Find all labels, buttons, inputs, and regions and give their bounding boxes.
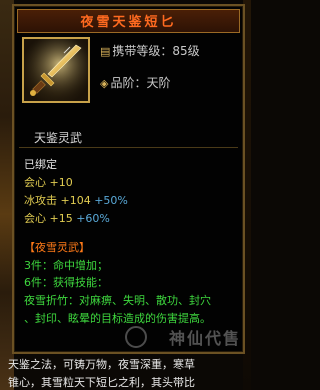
set-name: 【夜雪灵武】 [24,241,90,254]
stat-row: 冰攻击 +104 +50% [24,192,128,208]
set-skill-line-1: 夜雪折竹：对麻痹、失明、散功、封穴 [24,294,211,307]
scroll-icon: ▤ [100,45,111,58]
bound-status: 已绑定 [24,158,57,171]
lore-line-2: 锥心，其雪粒天下短匕之利，其头带比 [8,376,195,389]
item-icon-frame[interactable] [22,37,90,103]
item-tooltip: 夜雪天鉴短匕 ▤ 携带等级：85级 ◈ 品阶：天阶 天鉴灵武 已绑定 会心 +1… [12,4,245,354]
item-title: 夜雪天鉴短匕 [80,15,177,30]
stat-row: 会心 +15 +60% [24,210,110,226]
diamond-icon: ◈ [100,77,109,90]
rank-text: 品阶：天阶 [110,76,171,90]
stat-bonus: +60% [76,212,110,225]
divider [19,147,238,148]
carry-level-text: 携带等级：85级 [112,44,200,58]
stat-value: +104 [60,194,91,207]
dagger-icon [24,39,88,101]
set-bonus-3: 3件：命中增加； [24,259,108,272]
rank-row: ◈ 品阶：天阶 [100,74,170,91]
stat-name: 会心 [24,212,46,225]
carry-level-row: ▤ 携带等级：85级 [100,42,200,59]
lore-line-1: 天鉴之法，可铸万物，夜雪深重，寒草 [8,358,195,371]
stat-name: 会心 [24,176,46,189]
skill-name: 天鉴灵武 [34,131,83,145]
stat-value: +15 [49,212,73,225]
set-skill-line-2: 、封印、眩晕的目标造成的伤害提高。 [24,312,211,325]
set-bonus-6: 6件：获得技能： [24,276,108,289]
stat-bonus: +50% [94,194,128,207]
tooltip-title-bar: 夜雪天鉴短匕 [17,9,240,33]
stat-name: 冰攻击 [24,194,57,207]
stat-value: +10 [49,176,73,189]
watermark-logo [125,326,147,348]
watermark-text: 神仙代售 [168,329,241,348]
stat-row: 会心 +10 [24,174,73,190]
